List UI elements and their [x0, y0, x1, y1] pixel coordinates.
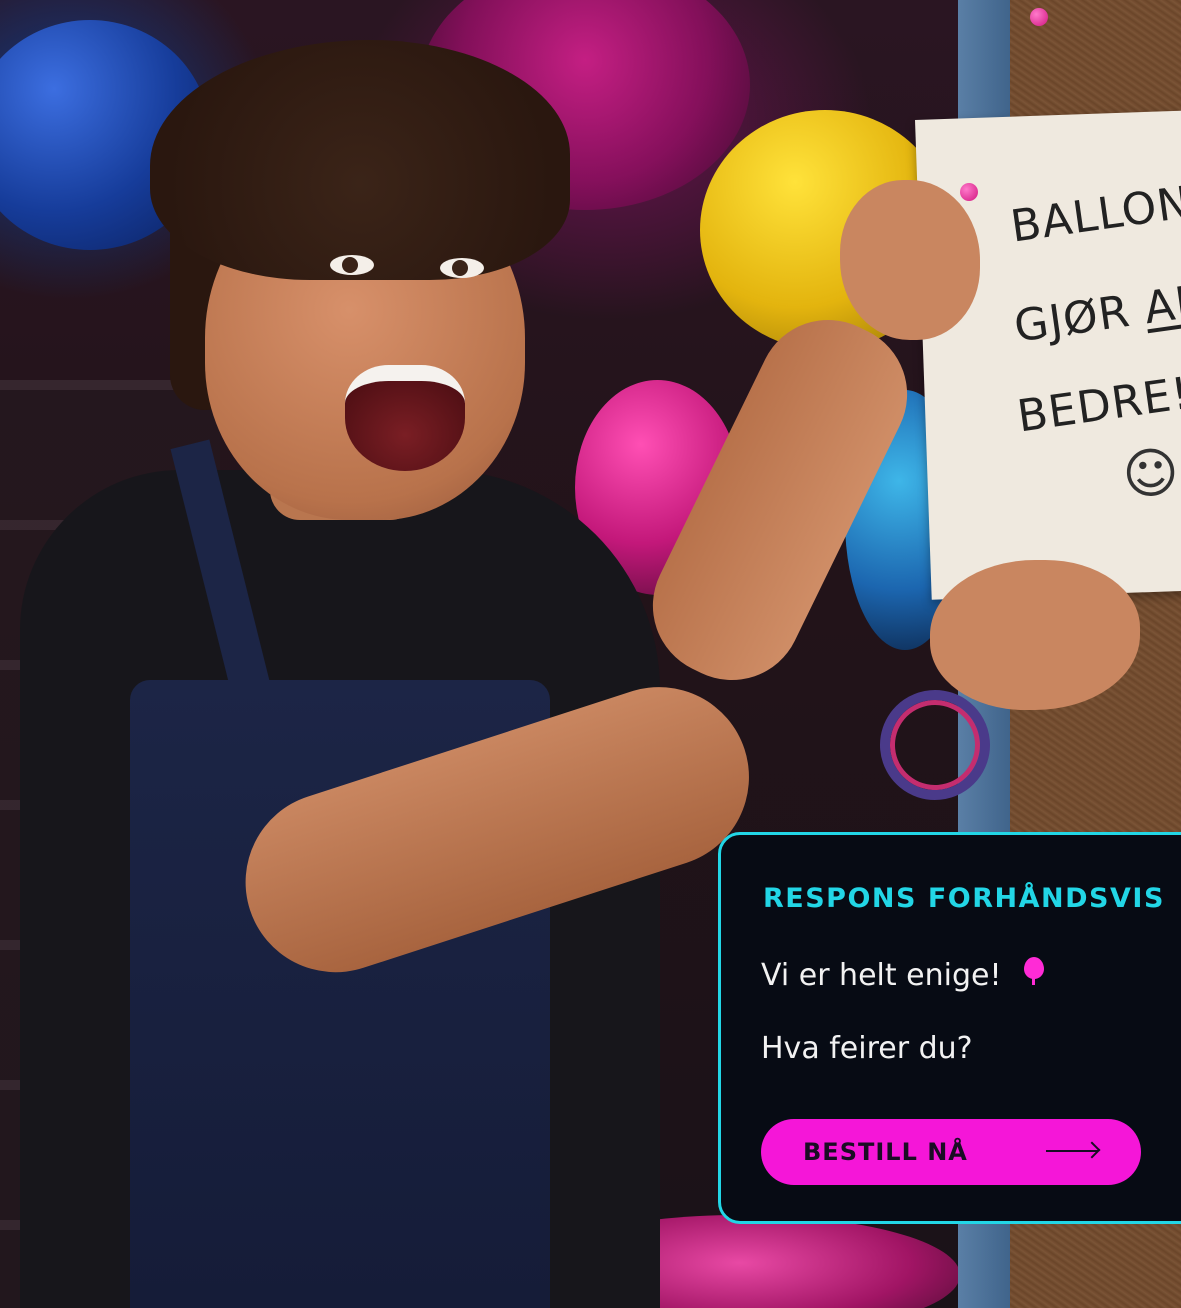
right-eye [440, 258, 484, 278]
reply-message-line-1: Vi er helt enige! [761, 957, 1044, 993]
reply-message-line-2: Hva feirer du? [761, 1031, 973, 1066]
order-now-button[interactable]: BESTILL NÅ [761, 1119, 1141, 1185]
paper-sign: BALLONGE GJØR AL BEDRE! ☺ [915, 109, 1181, 600]
order-now-label: BESTILL NÅ [803, 1138, 968, 1166]
sign-line-2-underlined: AL [1141, 275, 1181, 335]
smiling-mouth [345, 365, 465, 471]
arrow-right-icon [1046, 1150, 1098, 1152]
hair [150, 40, 570, 280]
response-preview-card: RESPONS FORHÅNDSVIS Vi er helt enige! Hv… [718, 832, 1181, 1224]
sign-line-1: BALLONGE [1007, 167, 1181, 253]
sign-line-2-prefix: GJØR [1011, 283, 1149, 353]
sign-line-2: GJØR AL [1011, 276, 1181, 353]
raised-arm [629, 296, 931, 704]
sign-line-3: BEDRE! [1014, 367, 1181, 443]
hand-bottom [930, 560, 1140, 710]
left-eye [330, 255, 374, 275]
smiley-icon: ☺ [1121, 441, 1180, 506]
reply-message-text-1: Vi er helt enige! [761, 958, 1002, 993]
hand-top [840, 180, 980, 340]
pushpin-icon [960, 183, 978, 201]
card-title: RESPONS FORHÅNDSVIS [763, 883, 1165, 914]
balloon-icon [1023, 957, 1044, 985]
